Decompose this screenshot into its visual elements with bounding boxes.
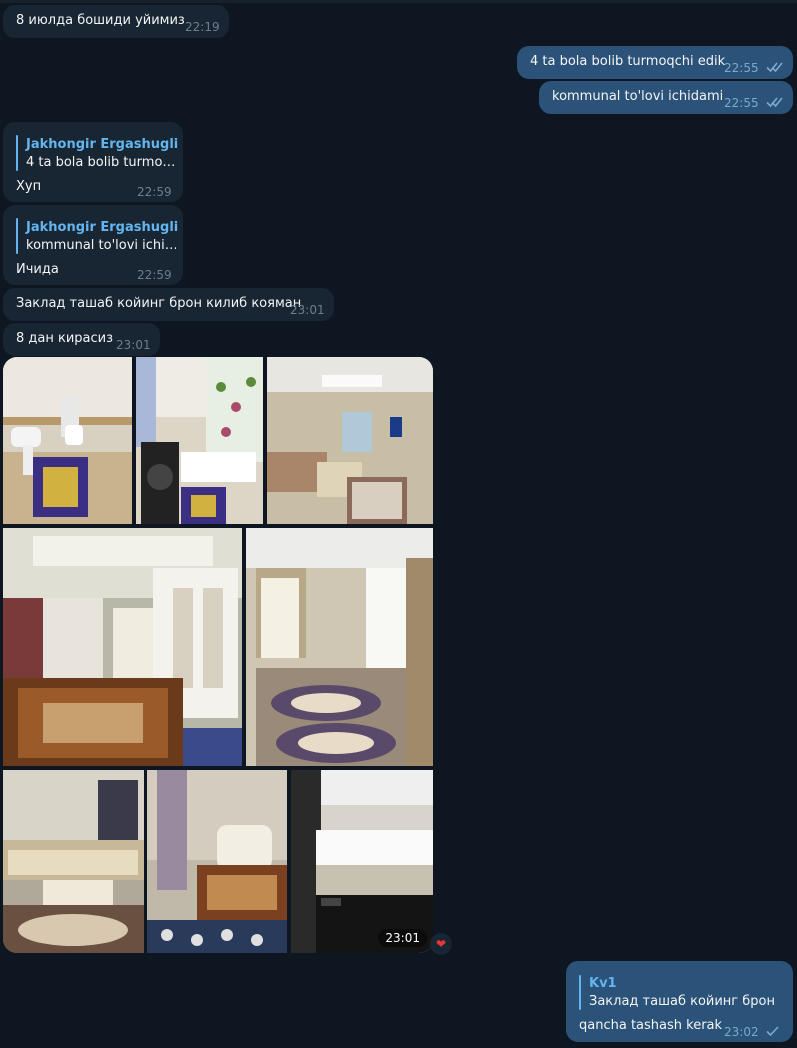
message-text: 4 ta bola bolib turmoqchi edik: [530, 54, 726, 69]
bathroom-washer-photo[interactable]: [136, 357, 263, 524]
message-bubble-outgoing[interactable]: kommunal to'lovi ichidami 22:55: [539, 81, 793, 114]
reply-text[interactable]: kommunal to'lovi ichi…: [26, 237, 176, 255]
message-text: Хуп: [16, 179, 42, 194]
message-time: 23:02: [724, 1025, 759, 1039]
message-bubble-outgoing[interactable]: Kv1 Заклад ташаб койинг брон … qancha ta…: [566, 961, 793, 1042]
living-room-photo[interactable]: [267, 357, 433, 524]
top-divider: [0, 0, 797, 3]
bedroom-tiger-photo[interactable]: [147, 770, 287, 953]
message-time: 22:59: [137, 185, 172, 199]
message-time: 22:19: [185, 20, 220, 34]
reply-text[interactable]: 4 ta bola bolib turmo…: [26, 154, 176, 172]
bathroom-toilet-photo[interactable]: [3, 357, 132, 524]
message-bubble-incoming[interactable]: Jakhongir Ergashugli kommunal to'lovi ic…: [3, 205, 183, 285]
message-time: 22:55: [724, 96, 759, 110]
chat-history: 8 июлда бошиди уйимиз 22:19 4 ta bola bo…: [0, 0, 797, 1048]
message-bubble-incoming[interactable]: 8 дан кирасиз 23:01: [3, 323, 160, 356]
reply-author[interactable]: Jakhongir Ergashugli: [26, 219, 178, 237]
double-check-icon: [766, 97, 783, 108]
message-text: Заклад ташаб койинг брон килиб кояман: [16, 296, 302, 311]
album-time: 23:01: [378, 929, 427, 947]
photo-album[interactable]: 23:01: [3, 357, 433, 953]
message-bubble-outgoing[interactable]: 4 ta bola bolib turmoqchi edik 22:55: [517, 46, 793, 79]
message-time: 23:01: [290, 303, 325, 317]
message-bubble-incoming[interactable]: Jakhongir Ergashugli 4 ta bola bolib tur…: [3, 122, 183, 202]
reply-author[interactable]: Jakhongir Ergashugli: [26, 136, 178, 154]
sitting-room-sofa-photo[interactable]: [3, 770, 144, 953]
message-time: 23:01: [116, 338, 151, 352]
single-check-icon: [766, 1026, 779, 1037]
message-bubble-incoming[interactable]: 8 июлда бошиди уйимиз 22:19: [3, 5, 229, 38]
reply-author[interactable]: Kv1: [589, 975, 617, 993]
message-text: Ичида: [16, 262, 59, 277]
reply-text[interactable]: Заклад ташаб койинг брон …: [589, 993, 779, 1011]
message-bubble-incoming[interactable]: Заклад ташаб койинг брон килиб кояман 23…: [3, 288, 334, 321]
heart-icon[interactable]: ❤: [430, 933, 452, 955]
reply-quote-bar: [579, 975, 581, 1010]
message-time: 22:55: [724, 61, 759, 75]
message-text: 8 июлда бошиди уйимиз: [16, 13, 185, 28]
kitchen-photo[interactable]: [291, 770, 433, 953]
message-text: kommunal to'lovi ichidami: [552, 89, 724, 104]
message-time: 22:59: [137, 268, 172, 282]
message-text: 8 дан кирасиз: [16, 331, 114, 346]
message-text: qancha tashash kerak: [579, 1018, 723, 1033]
double-check-icon: [766, 62, 783, 73]
reply-quote-bar: [16, 135, 18, 171]
reply-quote-bar: [16, 218, 18, 254]
hallway-carpet-photo[interactable]: [246, 528, 433, 766]
bedroom-tiger-blanket-photo[interactable]: [3, 528, 242, 766]
